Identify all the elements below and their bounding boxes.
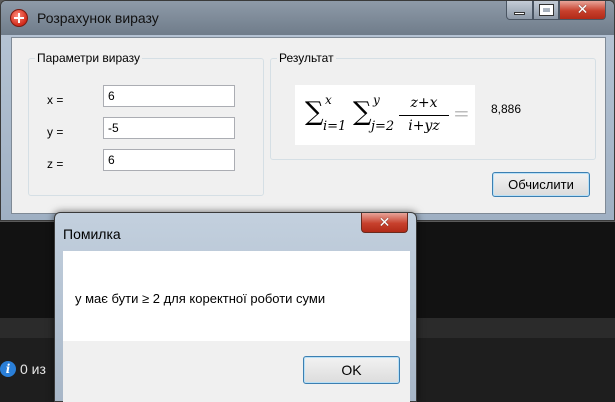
- result-value: 8,886: [491, 102, 522, 116]
- close-button[interactable]: ✕: [559, 1, 606, 20]
- close-icon: ✕: [576, 2, 589, 18]
- x-label: x =: [47, 93, 64, 107]
- calculate-button[interactable]: Обчислити: [492, 172, 590, 197]
- params-group: Параметри виразу x = y = z =: [28, 51, 264, 196]
- error-dialog-footer: OK: [63, 341, 410, 402]
- background-status: i 0 из: [0, 358, 46, 380]
- fraction-denominator: i+yz: [408, 118, 440, 134]
- maximize-icon: [538, 4, 554, 16]
- outer-sum-lower: i=1: [323, 119, 347, 134]
- close-icon: ✕: [378, 214, 391, 231]
- main-window: Розрахунок виразу ✕ Параметри виразу x =…: [0, 0, 615, 221]
- y-input[interactable]: [103, 117, 235, 139]
- ok-button[interactable]: OK: [303, 356, 400, 384]
- x-input[interactable]: [103, 85, 235, 107]
- error-dialog-title: Помилка: [63, 226, 121, 242]
- minimize-button[interactable]: [506, 1, 533, 20]
- main-client-area: Параметри виразу x = y = z = Результат ∑…: [11, 37, 606, 214]
- result-group-legend: Результат: [277, 51, 336, 65]
- main-titlebar[interactable]: Розрахунок виразу ✕: [1, 1, 614, 35]
- maximize-button[interactable]: [533, 1, 559, 20]
- error-dialog: Помилка ✕ y має бути ≥ 2 для коректної р…: [54, 212, 417, 402]
- z-input[interactable]: [103, 149, 235, 171]
- error-dialog-close-button[interactable]: ✕: [361, 213, 408, 233]
- y-label: y =: [47, 125, 64, 139]
- outer-sum-symbol: ∑: [305, 97, 324, 127]
- result-group: Результат ∑ x i=1 ∑ y j=2 z+x i+yz = 8,8…: [270, 51, 596, 160]
- main-window-title: Розрахунок виразу: [37, 10, 159, 26]
- formula-image: ∑ x i=1 ∑ y j=2 z+x i+yz =: [295, 85, 475, 145]
- fraction-bar: [399, 115, 449, 116]
- inner-sum-lower: j=2: [371, 119, 395, 134]
- inner-sum-upper: y: [373, 93, 380, 107]
- outer-sum-upper: x: [325, 93, 332, 107]
- params-group-legend: Параметри виразу: [35, 51, 143, 65]
- error-dialog-body: y має бути ≥ 2 для коректної роботи суми: [63, 251, 410, 341]
- equals-sign: =: [453, 101, 470, 125]
- inner-sum-symbol: ∑: [353, 97, 372, 127]
- app-icon: [10, 9, 28, 27]
- fraction-numerator: z+x: [410, 95, 438, 111]
- info-icon: i: [0, 361, 16, 377]
- background-status-text: 0 из: [20, 361, 46, 377]
- minimize-icon: [514, 11, 525, 15]
- window-controls: ✕: [506, 1, 606, 20]
- error-message: y має бути ≥ 2 для коректної роботи суми: [75, 291, 326, 306]
- z-label: z =: [47, 157, 64, 171]
